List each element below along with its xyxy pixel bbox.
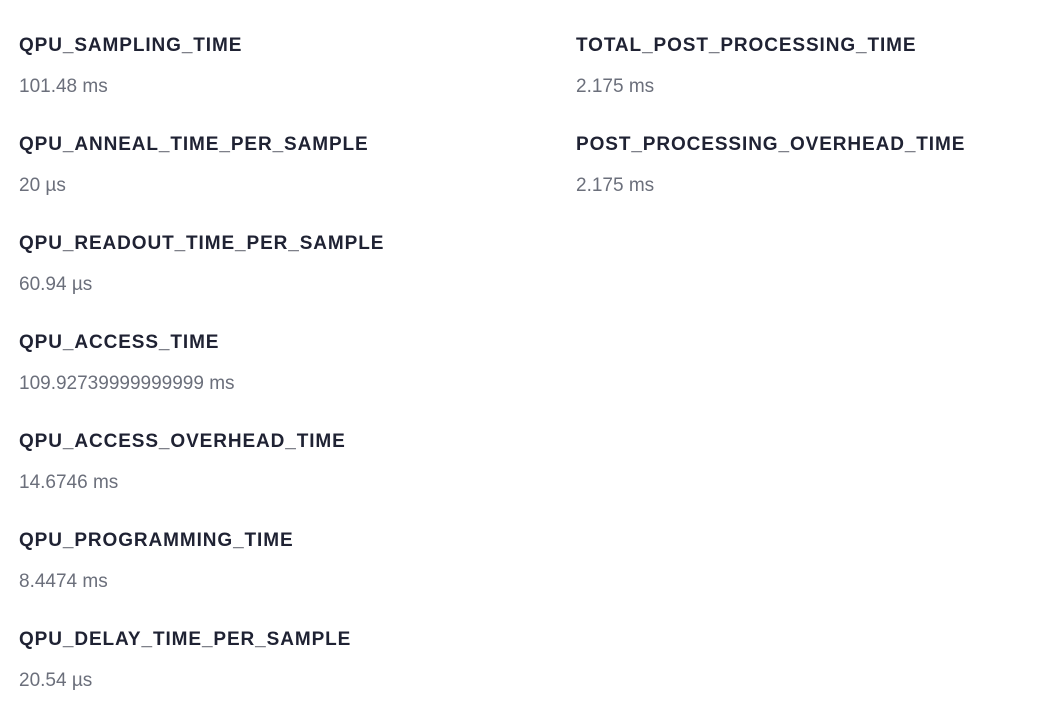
metric-label: QPU_READOUT_TIME_PER_SAMPLE — [19, 233, 385, 254]
metric-label: QPU_ACCESS_OVERHEAD_TIME — [19, 431, 346, 452]
metric-value: 14.6746 ms — [19, 472, 119, 493]
metric-value: 109.92739999999999 ms — [19, 373, 235, 394]
metric-label: QPU_PROGRAMMING_TIME — [19, 530, 294, 551]
metric-qpu-programming-time: QPU_PROGRAMMING_TIME 8.4474 ms — [19, 528, 384, 627]
metric-label: POST_PROCESSING_OVERHEAD_TIME — [576, 134, 966, 155]
timing-column-left: QPU_SAMPLING_TIME 101.48 ms QPU_ANNEAL_T… — [19, 33, 384, 711]
metric-label: QPU_ACCESS_TIME — [19, 332, 220, 353]
metric-label: QPU_DELAY_TIME_PER_SAMPLE — [19, 629, 352, 650]
metric-qpu-sampling-time: QPU_SAMPLING_TIME 101.48 ms — [19, 33, 384, 132]
timing-column-right: TOTAL_POST_PROCESSING_TIME 2.175 ms POST… — [576, 33, 965, 231]
metric-value: 2.175 ms — [576, 76, 655, 97]
timing-metrics-panel: QPU_SAMPLING_TIME 101.48 ms QPU_ANNEAL_T… — [0, 0, 1060, 711]
metric-total-post-processing-time: TOTAL_POST_PROCESSING_TIME 2.175 ms — [576, 33, 965, 132]
metric-qpu-anneal-time-per-sample: QPU_ANNEAL_TIME_PER_SAMPLE 20 µs — [19, 132, 384, 231]
metric-value: 2.175 ms — [576, 175, 655, 196]
metric-qpu-access-overhead-time: QPU_ACCESS_OVERHEAD_TIME 14.6746 ms — [19, 429, 384, 528]
metric-label: QPU_ANNEAL_TIME_PER_SAMPLE — [19, 134, 369, 155]
metric-label: QPU_SAMPLING_TIME — [19, 35, 243, 56]
metric-value: 20 µs — [19, 175, 66, 196]
metric-value: 20.54 µs — [19, 670, 93, 691]
metric-value: 8.4474 ms — [19, 571, 108, 592]
metric-value: 101.48 ms — [19, 76, 108, 97]
metric-label: TOTAL_POST_PROCESSING_TIME — [576, 35, 917, 56]
metric-value: 60.94 µs — [19, 274, 93, 295]
metric-post-processing-overhead-time: POST_PROCESSING_OVERHEAD_TIME 2.175 ms — [576, 132, 965, 231]
metric-qpu-readout-time-per-sample: QPU_READOUT_TIME_PER_SAMPLE 60.94 µs — [19, 231, 384, 330]
metric-qpu-delay-time-per-sample: QPU_DELAY_TIME_PER_SAMPLE 20.54 µs — [19, 627, 384, 711]
metric-qpu-access-time: QPU_ACCESS_TIME 109.92739999999999 ms — [19, 330, 384, 429]
